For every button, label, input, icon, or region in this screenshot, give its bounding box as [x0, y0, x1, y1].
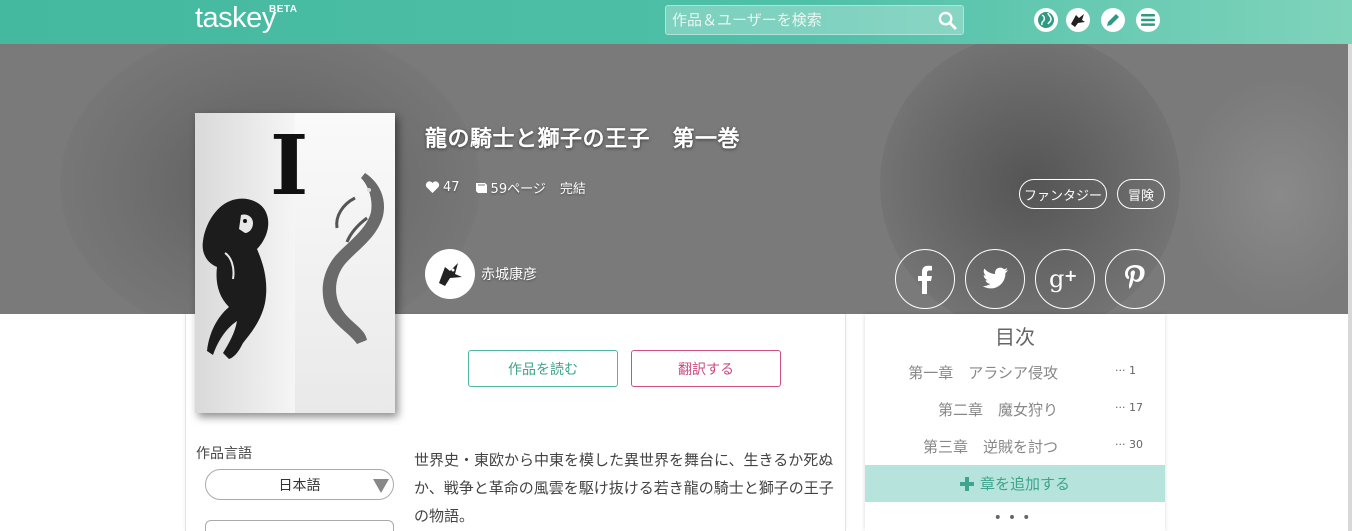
hero-background-blur [1180, 74, 1352, 314]
toc-chapter-3[interactable]: 第三章 逆賊を討つ ··· 30 [865, 431, 1165, 461]
globe-icon[interactable] [1034, 8, 1058, 32]
language-label: 作品言語 [196, 446, 252, 462]
chapter-page: ··· 1 [1115, 364, 1136, 377]
pages-value: 59ページ [490, 182, 546, 197]
taskey-logo[interactable]: taskey BETA [195, 2, 297, 35]
book-cover[interactable]: I [195, 113, 395, 413]
add-chapter-label[interactable]: 章を追加する [980, 473, 1070, 494]
chapter-title[interactable]: 第一章 アラシア侵攻 [908, 362, 1058, 383]
tag-fantasy[interactable]: ファンタジー [1019, 179, 1107, 209]
svg-text:g: g [1049, 265, 1064, 293]
beta-badge: BETA [269, 4, 298, 15]
page-count: 59ページ [474, 178, 546, 197]
google-plus-icon[interactable]: g + [1035, 249, 1095, 309]
plus-icon [959, 476, 974, 491]
more-chapters-button[interactable]: ••• [865, 510, 1165, 526]
dragon-avatar-icon[interactable] [1066, 8, 1090, 32]
toc-chapter-1[interactable]: 第一章 アラシア侵攻 ··· 1 [865, 357, 1165, 387]
language-selected-value[interactable]: 日本語 [279, 475, 321, 495]
search-box[interactable] [665, 5, 964, 35]
work-description: 世界史・東欧から中東を模した異世界を舞台に、生きるか死ぬか、戦争と革命の風雲を駆… [414, 451, 834, 525]
likes-count: 47 [425, 180, 460, 195]
add-chapter-button[interactable]: 章を追加する [865, 465, 1165, 502]
heart-icon [425, 181, 440, 193]
status-text: 完結 [559, 182, 586, 197]
logo-text[interactable]: taskey [195, 2, 276, 34]
chapter-page: ··· 17 [1115, 401, 1143, 414]
language-select[interactable]: 日本語 [205, 469, 394, 500]
author-name[interactable]: 赤城康彦 [481, 264, 537, 284]
read-work-button[interactable]: 作品を読む [468, 350, 618, 387]
dragon-illustration [322, 173, 385, 344]
avatar[interactable] [425, 249, 475, 299]
facebook-icon[interactable] [895, 249, 955, 309]
toc-title: 目次 [995, 325, 1035, 349]
toc-chapter-2[interactable]: 第二章 魔女狩り ··· 17 [865, 394, 1165, 424]
pencil-icon[interactable] [1101, 8, 1125, 32]
twitter-icon[interactable] [965, 249, 1025, 309]
chapter-title[interactable]: 第三章 逆賊を討つ [923, 436, 1058, 457]
work-meta: 47 59ページ 完結 [425, 178, 600, 197]
top-nav-bar: taskey BETA [0, 0, 1352, 44]
book-icon [475, 182, 487, 193]
menu-icon[interactable] [1136, 8, 1160, 32]
search-input[interactable] [666, 6, 963, 34]
scrollbar[interactable] [1348, 44, 1352, 531]
search-icon[interactable] [938, 11, 957, 30]
svg-text:+: + [1064, 266, 1077, 285]
author-link[interactable]: 赤城康彦 [425, 249, 537, 299]
chapter-title[interactable]: 第二章 魔女狩り [938, 399, 1058, 420]
pinterest-icon[interactable] [1105, 249, 1165, 309]
tag-adventure[interactable]: 冒険 [1117, 179, 1165, 209]
lion-illustration [202, 198, 269, 359]
likes-value: 47 [443, 180, 460, 195]
secondary-select[interactable] [205, 520, 394, 531]
translate-button[interactable]: 翻訳する [631, 350, 781, 387]
chevron-down-icon[interactable] [373, 479, 389, 493]
chapter-page: ··· 30 [1115, 438, 1143, 451]
work-title: 龍の騎士と獅子の王子 第一巻 [425, 127, 741, 152]
